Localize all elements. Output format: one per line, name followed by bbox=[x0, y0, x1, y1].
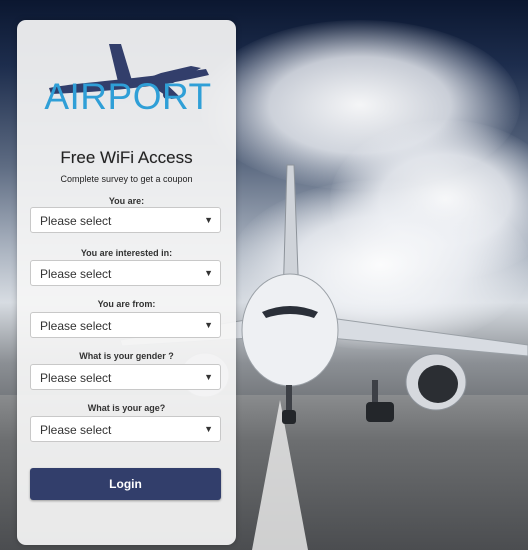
select-value: Please select bbox=[40, 267, 112, 281]
field-label-you-are: You are: bbox=[108, 196, 145, 206]
page-title: Free WiFi Access bbox=[60, 148, 193, 167]
interested-in-select[interactable]: Please select ▼ bbox=[30, 260, 221, 286]
survey-panel: AIRPORT Free WiFi Access Complete survey… bbox=[17, 20, 236, 545]
login-button[interactable]: Login bbox=[30, 468, 221, 500]
field-label-interested-in: You are interested in: bbox=[80, 248, 173, 258]
age-select[interactable]: Please select ▼ bbox=[30, 416, 221, 442]
select-value: Please select bbox=[40, 214, 112, 228]
select-value: Please select bbox=[40, 423, 112, 437]
page-subtitle: Complete survey to get a coupon bbox=[60, 174, 193, 184]
field-label-from: You are from: bbox=[97, 299, 156, 309]
gender-select[interactable]: Please select ▼ bbox=[30, 364, 221, 390]
dropdown-arrow-icon: ▼ bbox=[204, 320, 213, 330]
dropdown-arrow-icon: ▼ bbox=[204, 215, 213, 225]
dropdown-arrow-icon: ▼ bbox=[204, 424, 213, 434]
dropdown-arrow-icon: ▼ bbox=[204, 372, 213, 382]
dropdown-arrow-icon: ▼ bbox=[204, 268, 213, 278]
select-value: Please select bbox=[40, 371, 112, 385]
you-are-select[interactable]: Please select ▼ bbox=[30, 207, 221, 233]
field-label-gender: What is your gender ? bbox=[79, 351, 174, 361]
logo-text: AIRPORT bbox=[44, 76, 212, 117]
from-select[interactable]: Please select ▼ bbox=[30, 312, 221, 338]
select-value: Please select bbox=[40, 319, 112, 333]
field-label-age: What is your age? bbox=[87, 403, 166, 413]
